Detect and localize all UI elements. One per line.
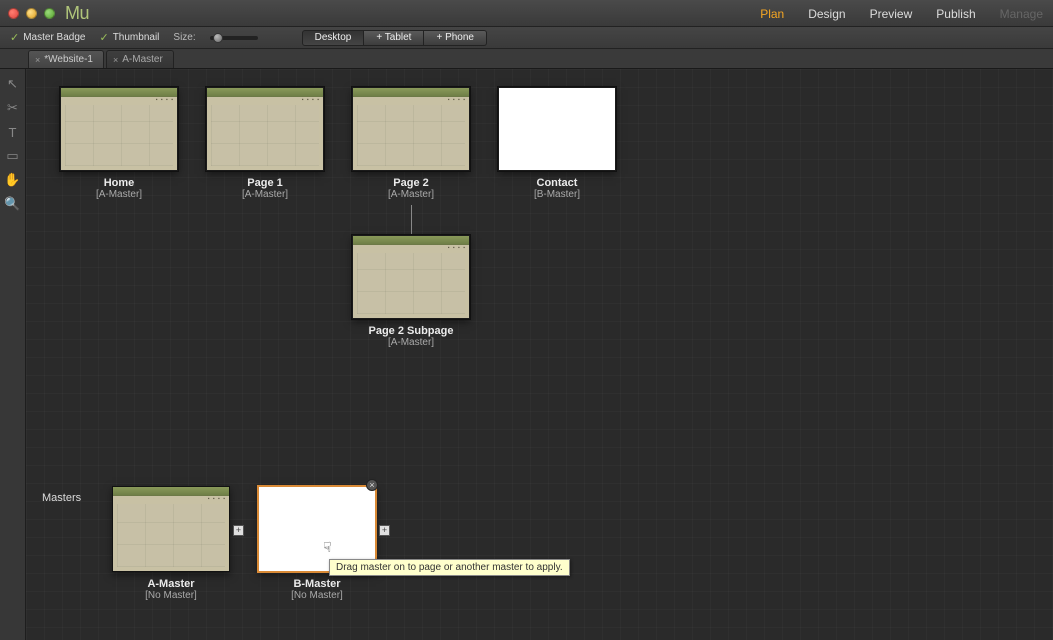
- plan-canvas[interactable]: ▪ ▪ ▪ ▪ Home [A-Master] ▪ ▪ ▪ ▪ Page 1 […: [26, 69, 1053, 640]
- zoom-tool-icon[interactable]: 🔍: [4, 195, 22, 213]
- drag-cursor-icon: ☟: [323, 539, 332, 556]
- thumb-body: [357, 105, 465, 166]
- master-title: B-Master: [293, 578, 340, 590]
- masters-heading: Masters: [42, 492, 81, 504]
- nav-design[interactable]: Design: [808, 7, 845, 21]
- maximize-window-button[interactable]: [44, 8, 55, 19]
- device-desktop-button[interactable]: Desktop: [302, 30, 365, 46]
- add-page-right-button[interactable]: +: [379, 525, 390, 536]
- page-title: Contact: [537, 177, 578, 189]
- nav-plan[interactable]: Plan: [760, 7, 784, 21]
- add-page-right-button[interactable]: +: [233, 525, 244, 536]
- thumb-body: [357, 253, 465, 314]
- size-label: Size:: [173, 32, 195, 43]
- master-thumbnail[interactable]: × + ☟ Drag master on to page or another …: [258, 486, 376, 572]
- page-thumbnail[interactable]: [498, 87, 616, 171]
- page-title: Page 2 Subpage: [369, 325, 454, 337]
- thumb-body: [117, 504, 225, 567]
- sitemap: ▪ ▪ ▪ ▪ Home [A-Master] ▪ ▪ ▪ ▪ Page 1 […: [60, 87, 616, 200]
- page-master: [A-Master]: [388, 337, 434, 348]
- master-a[interactable]: ▪ ▪ ▪ ▪ + A-Master [No Master]: [112, 486, 230, 601]
- tab-label: A-Master: [122, 54, 163, 65]
- thumb-menu: ▪ ▪ ▪ ▪: [302, 97, 320, 103]
- tab-label: *Website-1: [44, 54, 93, 65]
- page-thumbnail[interactable]: ▪ ▪ ▪ ▪: [352, 235, 470, 319]
- master-badge-label: Master Badge: [23, 32, 85, 43]
- nav-manage[interactable]: Manage: [1000, 7, 1043, 21]
- tab-website-1[interactable]: × *Website-1: [28, 50, 104, 68]
- option-bar: ✓ Master Badge ✓ Thumbnail Size: Desktop…: [0, 27, 1053, 49]
- tab-strip: × *Website-1 × A-Master: [0, 49, 1053, 69]
- master-title: A-Master: [147, 578, 194, 590]
- master-master: [No Master]: [291, 590, 343, 601]
- page-thumbnail[interactable]: ▪ ▪ ▪ ▪: [352, 87, 470, 171]
- thumb-menu: ▪ ▪ ▪ ▪: [448, 97, 466, 103]
- sitemap-row: ▪ ▪ ▪ ▪ Home [A-Master] ▪ ▪ ▪ ▪ Page 1 […: [60, 87, 616, 200]
- thumb-menu: ▪ ▪ ▪ ▪: [156, 97, 174, 103]
- size-slider-thumb[interactable]: [213, 33, 223, 43]
- minimize-window-button[interactable]: [26, 8, 37, 19]
- text-tool-icon[interactable]: T: [4, 123, 22, 141]
- device-segmented: Desktop + Tablet + Phone: [302, 30, 487, 46]
- window-controls: [8, 8, 55, 19]
- sitemap-connector: [411, 205, 412, 235]
- master-b[interactable]: × + ☟ Drag master on to page or another …: [258, 486, 376, 601]
- page-page2-subpage[interactable]: ▪ ▪ ▪ ▪ Page 2 Subpage [A-Master]: [352, 235, 470, 348]
- drag-tooltip: Drag master on to page or another master…: [329, 559, 570, 576]
- thumb-header: [61, 88, 177, 97]
- tool-strip: ↖ ✂ T ▭ ✋ 🔍: [0, 69, 26, 640]
- rect-tool-icon[interactable]: ▭: [4, 147, 22, 165]
- close-tab-icon[interactable]: ×: [113, 55, 118, 65]
- page-page2[interactable]: ▪ ▪ ▪ ▪ Page 2 [A-Master]: [352, 87, 470, 200]
- page-master: [A-Master]: [96, 189, 142, 200]
- page-thumbnail[interactable]: ▪ ▪ ▪ ▪: [206, 87, 324, 171]
- thumb-header: [207, 88, 323, 97]
- close-window-button[interactable]: [8, 8, 19, 19]
- masters-row: ▪ ▪ ▪ ▪ + A-Master [No Master] × + ☟ Dra…: [112, 486, 376, 601]
- thumb-header: [353, 88, 469, 97]
- master-thumbnail[interactable]: ▪ ▪ ▪ ▪ +: [112, 486, 230, 572]
- thumb-menu: ▪ ▪ ▪ ▪: [208, 496, 226, 502]
- thumb-header: [353, 236, 469, 245]
- page-master: [A-Master]: [242, 189, 288, 200]
- page-title: Page 1: [247, 177, 282, 189]
- close-tab-icon[interactable]: ×: [35, 55, 40, 65]
- device-phone-button[interactable]: + Phone: [424, 30, 487, 46]
- app-name: Mu: [65, 3, 89, 24]
- device-tablet-button[interactable]: + Tablet: [364, 30, 424, 46]
- page-page1[interactable]: ▪ ▪ ▪ ▪ Page 1 [A-Master]: [206, 87, 324, 200]
- delete-master-button[interactable]: ×: [366, 479, 378, 491]
- nav-preview[interactable]: Preview: [870, 7, 913, 21]
- thumb-body: [65, 105, 173, 166]
- tab-a-master[interactable]: × A-Master: [106, 50, 174, 68]
- hand-tool-icon[interactable]: ✋: [4, 171, 22, 189]
- crop-tool-icon[interactable]: ✂: [4, 99, 22, 117]
- page-master: [B-Master]: [534, 189, 580, 200]
- master-master: [No Master]: [145, 590, 197, 601]
- size-slider[interactable]: [210, 36, 258, 40]
- page-master: [A-Master]: [388, 189, 434, 200]
- master-badge-checkbox[interactable]: ✓ Master Badge: [10, 31, 85, 44]
- page-contact[interactable]: Contact [B-Master]: [498, 87, 616, 200]
- page-title: Home: [104, 177, 135, 189]
- thumbnail-checkbox[interactable]: ✓ Thumbnail: [99, 31, 159, 44]
- pointer-tool-icon[interactable]: ↖: [4, 75, 22, 93]
- thumb-body: [211, 105, 319, 166]
- top-nav: Plan Design Preview Publish Manage: [760, 0, 1043, 27]
- title-bar: Mu Plan Design Preview Publish Manage: [0, 0, 1053, 27]
- check-icon: ✓: [10, 31, 19, 44]
- masters-panel: Masters ▪ ▪ ▪ ▪ + A-Master [No Master] ×…: [42, 486, 1053, 640]
- thumbnail-label: Thumbnail: [113, 32, 160, 43]
- check-icon: ✓: [99, 31, 108, 44]
- nav-publish[interactable]: Publish: [936, 7, 975, 21]
- page-home[interactable]: ▪ ▪ ▪ ▪ Home [A-Master]: [60, 87, 178, 200]
- thumb-menu: ▪ ▪ ▪ ▪: [448, 245, 466, 251]
- page-thumbnail[interactable]: ▪ ▪ ▪ ▪: [60, 87, 178, 171]
- page-title: Page 2: [393, 177, 428, 189]
- thumb-header: [113, 487, 229, 496]
